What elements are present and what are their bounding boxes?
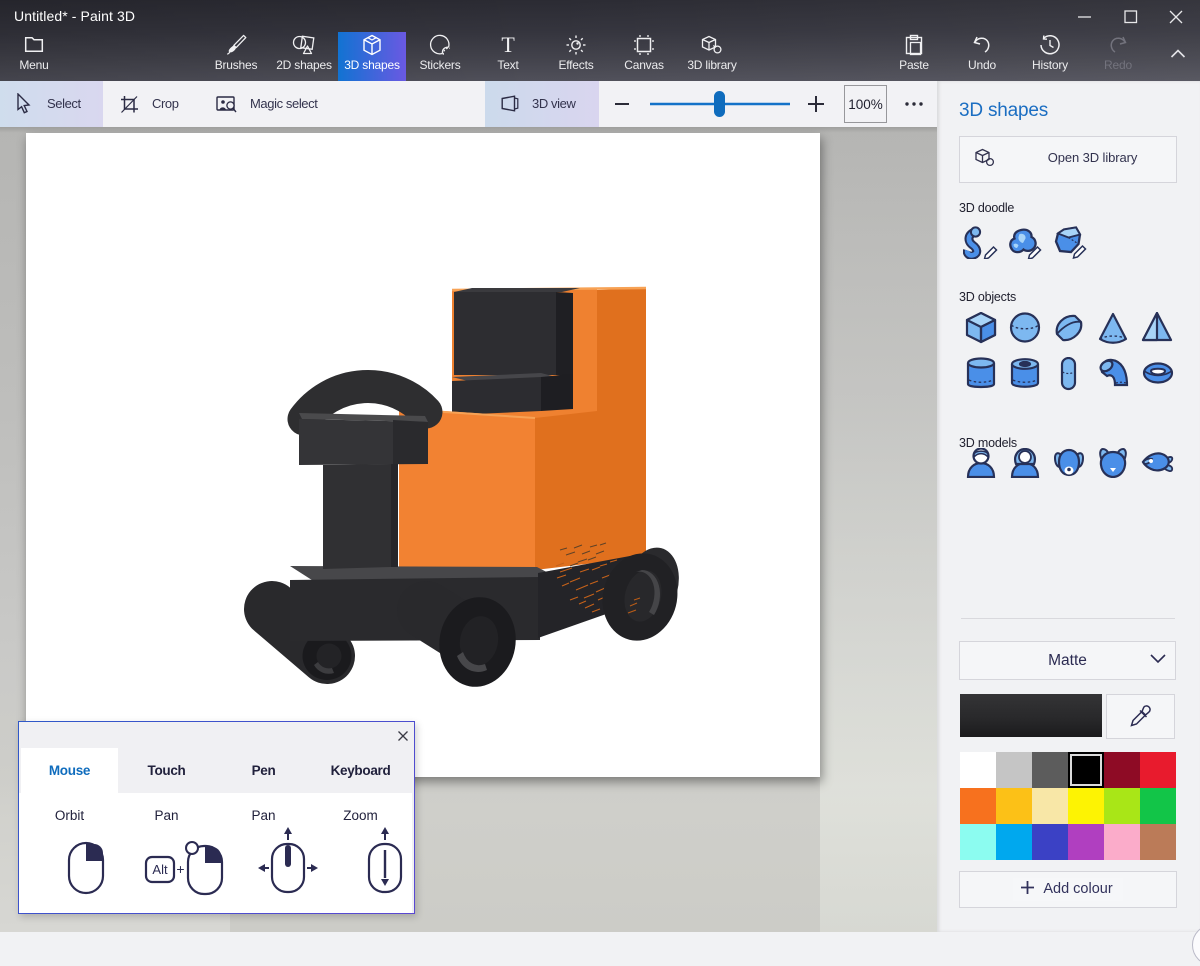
svg-text:+: + bbox=[176, 861, 184, 877]
svg-text:100%: 100% bbox=[848, 97, 883, 112]
svg-text:Alt: Alt bbox=[152, 862, 168, 877]
